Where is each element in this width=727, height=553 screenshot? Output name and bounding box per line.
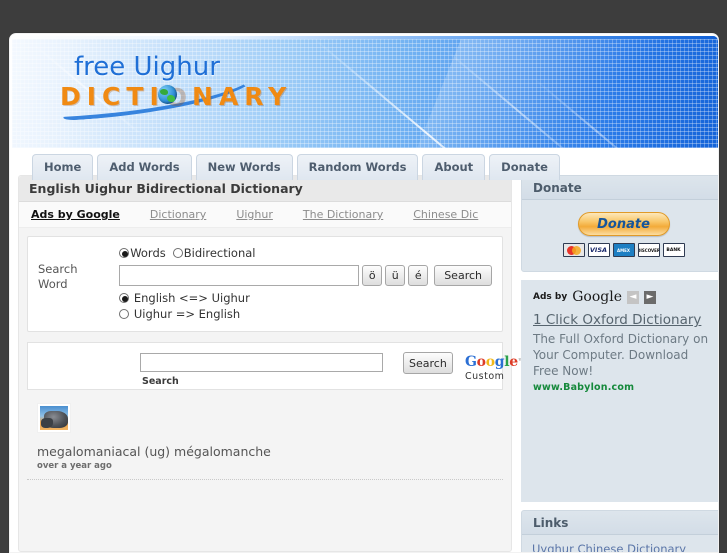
logo-line-1: free Uighur [74,52,220,82]
ad-keyword-dictionary[interactable]: Dictionary [150,208,206,221]
direction-option-english-to-uighur[interactable]: English <=> Uighur [119,290,492,306]
google-ads-keyword-strip: Ads by Google Dictionary Uighur The Dict… [19,202,511,228]
radio-bidirectional[interactable] [172,248,183,258]
discover-logo: DISCOVER [637,243,660,257]
visa-logo: VISA [587,243,610,257]
search-direction-radio-group: English <=> Uighur Uighur => English [119,290,492,322]
content-area: English Uighur Bidirectional Dictionary … [12,175,718,552]
nav-tab-donate[interactable]: Donate [489,154,560,180]
radio-english-uighur[interactable] [119,293,130,303]
search-controls: Words Bidirectional ö ü é Search English… [119,246,492,322]
accent-button-e-acute[interactable]: é [408,265,429,286]
mastercard-logo [562,243,585,257]
cse-sub-label: Search [142,376,179,387]
search-submit-button[interactable]: Search [434,265,492,286]
nav-tab-random-words[interactable]: Random Words [296,154,419,180]
thumbnail-subject-shadow [41,418,53,428]
donate-body: Donate VISA AMEX DISCOVER BANK [522,200,718,271]
results-list: megalomaniacal (ug) mégalomanche over a … [27,403,503,480]
accepted-cards: VISA AMEX DISCOVER BANK [530,243,717,257]
nav-tab-add-words[interactable]: Add Words [97,154,192,180]
google-logo-g1: G [465,354,477,370]
photo-thumbnail[interactable] [37,403,71,433]
ad-display-url[interactable]: www.Babylon.com [533,382,716,393]
google-custom-label: Custom [465,371,505,382]
search-input[interactable] [119,265,360,286]
radio-words[interactable] [119,248,130,258]
logo-line-2-part-2: NARY [192,82,293,111]
sidebar: Donate Donate VISA AMEX DISCOVER BANK Ad… [521,175,718,552]
google-logo-o1: o [476,354,486,370]
sidebar-link-uyghur-chinese-dictionary[interactable]: Uyghur Chinese Dictionary [532,541,715,552]
ads-by-label: Ads by [533,292,568,302]
banner-top-glint [12,36,718,39]
list-item[interactable]: megalomaniacal (ug) mégalomanche over a … [27,403,503,480]
google-logo-o2: o [485,354,495,370]
accent-button-u-umlaut[interactable]: ü [385,265,406,286]
adsense-header: Ads by Google ◄ ► [533,290,716,304]
search-word-label: Search Word [38,246,119,322]
radio-uighur-english-label: Uighur => English [133,307,241,321]
result-timestamp: over a year ago [37,461,112,471]
google-logo: Google™ [465,355,524,369]
search-word-label-line-1: Search [38,262,78,276]
links-heading: Links [522,511,718,535]
ad-title-link[interactable]: 1 Click Oxford Dictionary [533,312,716,329]
main-navigation: Home Add Words New Words Random Words Ab… [32,154,560,180]
radio-uighur-english[interactable] [119,309,130,319]
globe-landmass-1 [160,89,168,95]
radio-bidirectional-label: Bidirectional [183,246,256,260]
donate-panel: Donate Donate VISA AMEX DISCOVER BANK [521,175,718,272]
main-column: English Uighur Bidirectional Dictionary … [18,175,524,552]
site-banner: free Uighur DICTIONARY [12,36,718,148]
result-word[interactable]: megalomaniacal (ug) mégalomanche [37,444,503,459]
logo-line-2-part-1: DICTI [60,82,165,111]
ad-keyword-chinese-dic[interactable]: Chinese Dic [413,208,478,221]
chevron-left-icon[interactable]: ◄ [626,290,639,304]
chevron-right-icon[interactable]: ► [643,290,656,304]
search-input-row: ö ü é Search [119,265,492,286]
ad-keyword-uighur[interactable]: Uighur [236,208,273,221]
radio-english-uighur-label: English <=> Uighur [133,291,250,305]
amex-logo: AMEX [612,243,635,257]
radio-words-label: Words [130,246,166,260]
page-container: free Uighur DICTIONARY Home Add Words Ne… [9,33,719,553]
accent-button-o-umlaut[interactable]: ö [362,265,383,286]
nav-tab-new-words[interactable]: New Words [195,154,293,180]
globe-icon [158,85,177,104]
links-body: Uyghur Chinese Dictionary [522,535,718,552]
site-logo[interactable]: free Uighur DICTIONARY [60,52,310,130]
bank-logo: BANK [662,243,685,257]
search-mode-radio-group: Words Bidirectional [119,246,492,260]
cse-search-input[interactable] [140,353,383,372]
thumbnail-image [40,406,68,430]
adsense-panel: Ads by Google ◄ ► 1 Click Oxford Diction… [521,280,718,502]
ads-by-google-label[interactable]: Ads by Google [31,208,120,221]
search-word-label-line-2: Word [38,277,68,291]
globe-landmass-2 [167,95,175,102]
cse-search-button[interactable]: Search [403,352,453,374]
donate-button[interactable]: Donate [577,212,670,236]
ad-description: The Full Oxford Dictionary on Your Compu… [533,332,709,378]
google-custom-search: Search Google™ Custom Search [27,342,524,390]
ad-keyword-the-dictionary[interactable]: The Dictionary [303,208,383,221]
links-panel: Links Uyghur Chinese Dictionary [521,510,718,552]
nav-tab-about[interactable]: About [422,154,486,180]
nav-tab-home[interactable]: Home [32,154,94,180]
google-wordmark: Google [572,289,622,305]
direction-option-uighur-to-english[interactable]: Uighur => English [119,306,492,322]
google-logo-g2: g [494,354,505,370]
google-logo-e: e [509,354,518,370]
dictionary-search-form: Search Word Words Bidirectional ö ü é Se… [27,236,503,332]
